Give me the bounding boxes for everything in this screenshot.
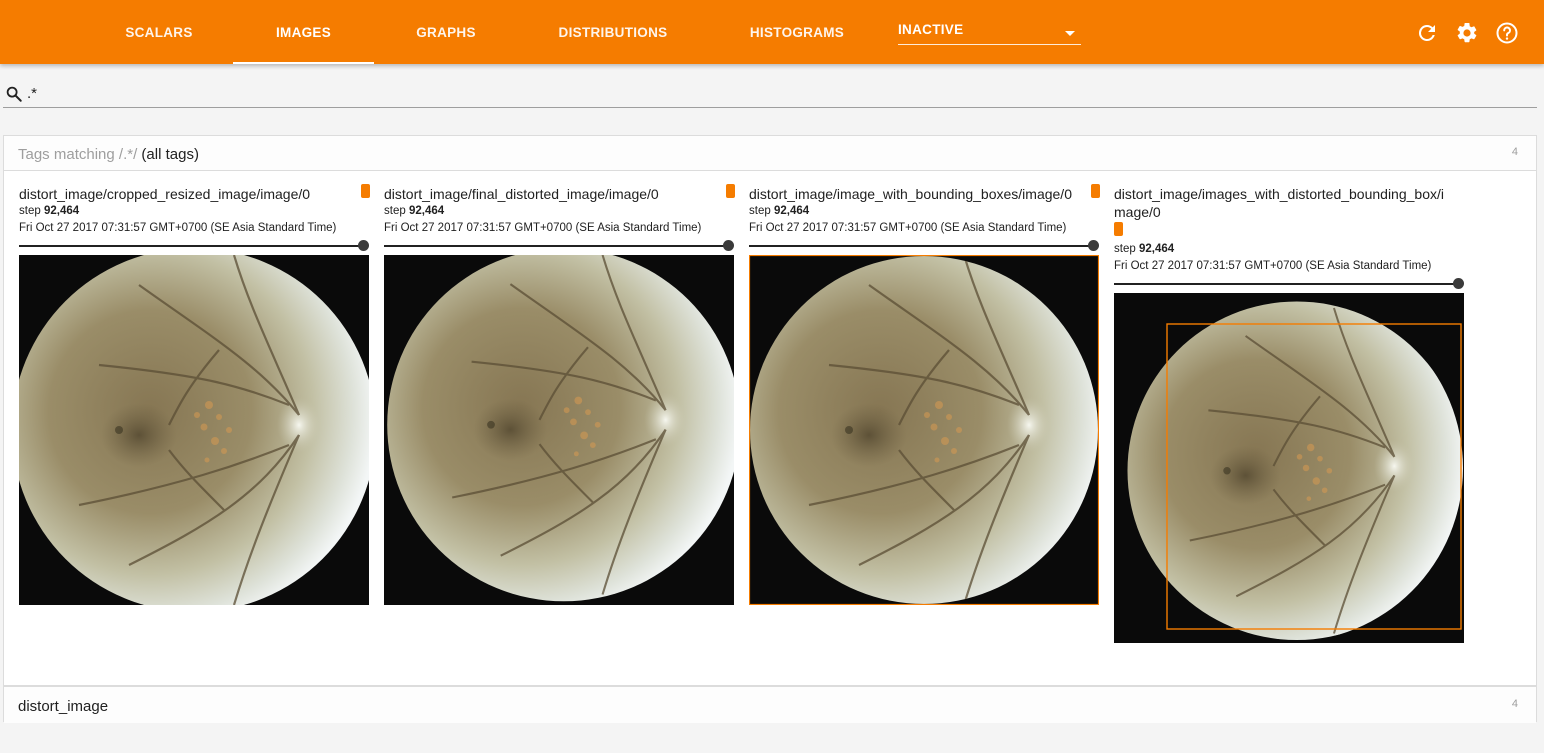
card-step: step 92,464 — [1114, 241, 1464, 257]
pane-header[interactable]: Tags matching /.*/ (all tags) 4 — [4, 136, 1536, 171]
slider-track — [749, 245, 1094, 247]
card-timestamp: Fri Oct 27 2017 07:31:57 GMT+0700 (SE As… — [384, 222, 702, 234]
step-value: 92,464 — [43, 205, 80, 217]
image-card: distort_image/image_with_bounding_boxes/… — [749, 184, 1100, 605]
chevron-down-icon — [1065, 31, 1075, 36]
retina-image — [749, 255, 1099, 605]
retina-image — [1126, 300, 1463, 642]
card-timestamp: Fri Oct 27 2017 07:31:57 GMT+0700 (SE As… — [749, 222, 1067, 234]
image-card: distort_image/images_with_distorted_boun… — [1114, 185, 1464, 643]
tab-distributions[interactable]: DISTRIBUTIONS — [545, 0, 681, 64]
card-tag-name: distort_image/image_with_bounding_boxes/… — [749, 186, 1072, 202]
refresh-icon[interactable] — [1415, 21, 1439, 45]
step-label: step — [19, 205, 41, 217]
tag-group-pane: distort_image 4 — [3, 686, 1537, 723]
settings-icon[interactable] — [1455, 21, 1479, 45]
actions-badge[interactable] — [726, 184, 735, 198]
pane-title-pattern: .* — [123, 146, 134, 163]
card-tag-name: distort_image/cropped_resized_image/imag… — [19, 186, 311, 202]
actions-badge[interactable] — [1114, 222, 1123, 236]
inactive-dashboards-dropdown[interactable]: INACTIVE — [898, 22, 1081, 45]
pane-title-prefix: Tags matching / — [18, 146, 124, 163]
tab-images[interactable]: IMAGES — [233, 0, 374, 64]
dropdown-selected-label: INACTIVE — [898, 22, 964, 37]
search-icon — [6, 86, 22, 102]
step-slider[interactable] — [19, 239, 369, 253]
tags-matching-pane: Tags matching /.*/ (all tags) 4 distort_… — [3, 135, 1537, 686]
top-toolbar: SCALARS IMAGES GRAPHS DISTRIBUTIONS HIST… — [0, 0, 1544, 64]
tag-filter-row — [3, 80, 1537, 108]
slider-knob[interactable] — [358, 240, 369, 251]
retina-image — [19, 255, 369, 605]
pane-title-note: (all tags) — [141, 146, 199, 163]
tag-count: 4 — [1511, 146, 1518, 158]
tab-graphs[interactable]: GRAPHS — [392, 0, 500, 64]
tab-histograms[interactable]: HISTOGRAMS — [735, 0, 859, 64]
group-tag-count: 4 — [1511, 698, 1518, 710]
help-icon[interactable] — [1495, 21, 1519, 45]
slider-knob[interactable] — [723, 240, 734, 251]
summary-image — [384, 255, 734, 605]
slider-knob[interactable] — [1088, 240, 1099, 251]
retina-image — [386, 255, 734, 603]
slider-knob[interactable] — [1453, 278, 1464, 289]
summary-image — [1114, 293, 1464, 643]
card-step: step 92,464 — [749, 203, 1099, 219]
tag-filter-input[interactable] — [27, 83, 1527, 103]
step-slider[interactable] — [749, 239, 1099, 253]
card-tag-name: distort_image/images_with_distorted_boun… — [1114, 186, 1444, 220]
card-timestamp: Fri Oct 27 2017 07:31:57 GMT+0700 (SE As… — [19, 222, 337, 234]
pane-header[interactable]: distort_image 4 — [4, 687, 1536, 723]
image-card: distort_image/cropped_resized_image/imag… — [19, 184, 370, 605]
card-step: step 92,464 — [384, 203, 734, 219]
step-slider[interactable] — [1114, 277, 1464, 291]
step-value: 92,464 — [1138, 243, 1175, 255]
card-tag-name: distort_image/final_distorted_image/imag… — [384, 186, 659, 202]
slider-track — [1114, 283, 1459, 285]
step-label: step — [1114, 243, 1136, 255]
actions-badge[interactable] — [361, 184, 370, 198]
pane-title-suffix: / — [133, 146, 138, 163]
card-step: step 92,464 — [19, 203, 369, 219]
summary-image — [749, 255, 1099, 605]
slider-track — [19, 245, 364, 247]
actions-badge[interactable] — [1091, 184, 1100, 198]
slider-track — [384, 245, 729, 247]
card-timestamp: Fri Oct 27 2017 07:31:57 GMT+0700 (SE As… — [1114, 260, 1432, 272]
tab-scalars[interactable]: SCALARS — [105, 0, 213, 64]
group-title: distort_image — [18, 698, 109, 715]
step-slider[interactable] — [384, 239, 734, 253]
step-label: step — [384, 205, 406, 217]
step-value: 92,464 — [773, 205, 810, 217]
step-value: 92,464 — [408, 205, 445, 217]
step-label: step — [749, 205, 771, 217]
summary-image — [19, 255, 369, 605]
image-card: distort_image/final_distorted_image/imag… — [384, 184, 735, 605]
pane-title: Tags matching /.*/ (all tags) — [18, 146, 199, 163]
